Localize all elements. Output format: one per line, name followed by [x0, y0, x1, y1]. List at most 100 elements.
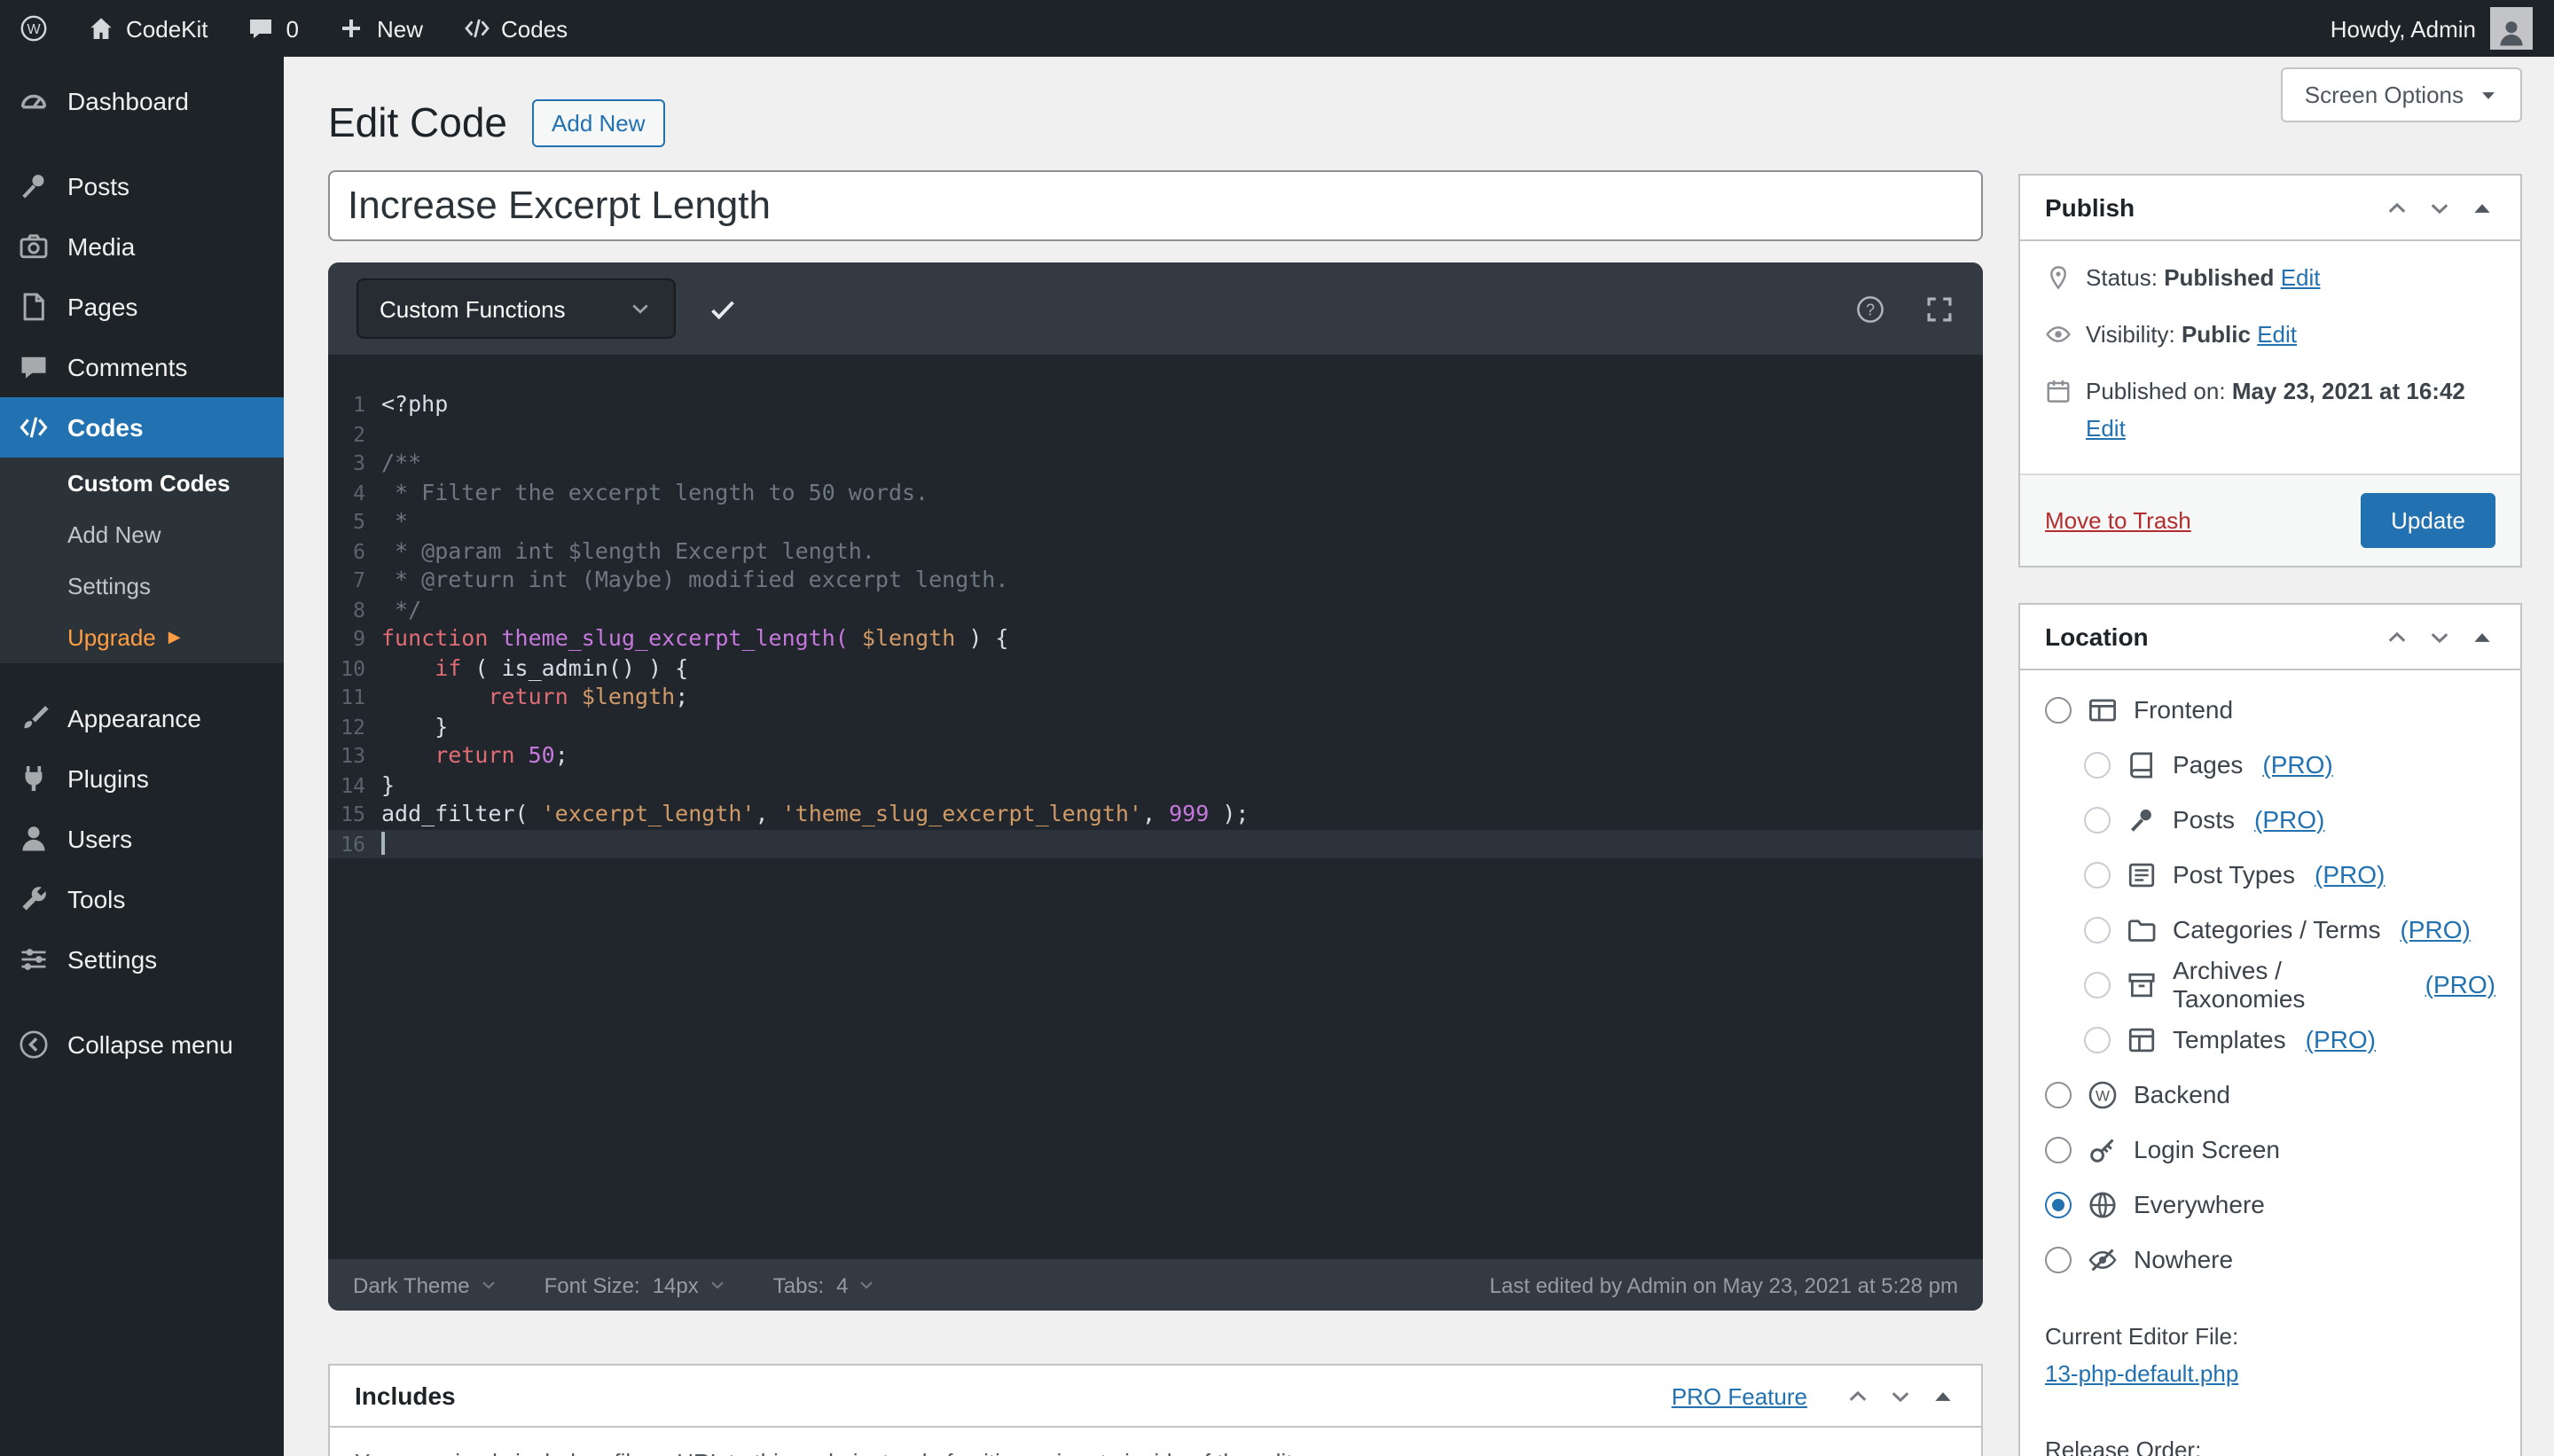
code-line-13[interactable]: 13 return 50; — [328, 741, 1983, 771]
move-up-icon[interactable] — [2384, 194, 2410, 221]
radio-button[interactable] — [2084, 916, 2111, 943]
sidebar-item-settings[interactable]: Settings — [0, 929, 284, 990]
location-option-templates[interactable]: Templates (PRO) — [2045, 1022, 2495, 1057]
code-line-1[interactable]: 1 <?php — [328, 390, 1983, 419]
location-option-frontend[interactable]: Frontend — [2045, 692, 2495, 727]
sidebar-item-comments[interactable]: Comments — [0, 337, 284, 397]
current-editor-file-link[interactable]: 13-php-default.php — [2045, 1360, 2238, 1387]
font-size-select[interactable]: Font Size: 14px — [544, 1272, 727, 1297]
radio-button[interactable] — [2084, 806, 2111, 833]
code-line-8[interactable]: 8 */ — [328, 595, 1983, 624]
snippet-type-select[interactable]: Custom Functions — [356, 278, 676, 339]
pro-link[interactable]: (PRO) — [2262, 750, 2332, 779]
code-line-15[interactable]: 15 add_filter( 'excerpt_length', 'theme_s… — [328, 800, 1983, 829]
code-line-3[interactable]: 3 /** — [328, 449, 1983, 478]
sidebar-item-dashboard[interactable]: Dashboard — [0, 71, 284, 131]
code-text: * Filter the excerpt length to 50 words. — [381, 478, 929, 505]
radio-button[interactable] — [2045, 1081, 2072, 1108]
location-option-archives-taxonomies[interactable]: Archives / Taxonomies (PRO) — [2045, 956, 2495, 1013]
pro-link[interactable]: (PRO) — [2306, 1025, 2376, 1053]
location-option-categories-terms[interactable]: Categories / Terms (PRO) — [2045, 912, 2495, 947]
sidebar-item-upgrade[interactable]: Upgrade ▶ — [0, 612, 284, 663]
sidebar-item-custom-codes[interactable]: Custom Codes — [0, 458, 284, 509]
sidebar-item-posts[interactable]: Posts — [0, 156, 284, 216]
collapse-toggle-icon[interactable] — [2469, 623, 2495, 650]
add-new-button[interactable]: Add New — [532, 98, 665, 146]
radio-button[interactable] — [2084, 1026, 2111, 1053]
tabs-select[interactable]: Tabs: 4 — [773, 1272, 877, 1297]
code-line-9[interactable]: 9 function theme_slug_excerpt_length( $le… — [328, 624, 1983, 654]
pro-link[interactable]: (PRO) — [2425, 970, 2495, 998]
code-line-11[interactable]: 11 return $length; — [328, 683, 1983, 712]
sidebar-item-media[interactable]: Media — [0, 216, 284, 277]
collapse-toggle-icon[interactable] — [1930, 1382, 1956, 1409]
radio-button[interactable] — [2084, 751, 2111, 778]
edit-visibility-link[interactable]: Edit — [2257, 321, 2297, 348]
comments-shortcut[interactable]: 0 — [228, 0, 318, 57]
sidebar-item-appearance[interactable]: Appearance — [0, 688, 284, 748]
sidebar-item-add-new[interactable]: Add New — [0, 509, 284, 560]
code-line-6[interactable]: 6 * @param int $length Excerpt length. — [328, 536, 1983, 566]
help-icon[interactable]: ? — [1855, 294, 1885, 324]
move-to-trash-link[interactable]: Move to Trash — [2045, 507, 2191, 534]
code-line-5[interactable]: 5 * — [328, 507, 1983, 536]
radio-button[interactable] — [2045, 1246, 2072, 1272]
location-option-everywhere[interactable]: Everywhere — [2045, 1186, 2495, 1222]
pro-link[interactable]: (PRO) — [2400, 915, 2470, 943]
move-up-icon[interactable] — [2384, 623, 2410, 650]
code-line-4[interactable]: 4 * Filter the excerpt length to 50 word… — [328, 478, 1983, 507]
location-option-backend[interactable]: W Backend — [2045, 1076, 2495, 1112]
pro-link[interactable]: (PRO) — [2254, 805, 2324, 834]
location-option-pages[interactable]: Pages (PRO) — [2045, 747, 2495, 782]
line-number: 13 — [341, 743, 365, 768]
new-content-menu[interactable]: New — [318, 0, 443, 57]
site-name-menu[interactable]: CodeKit — [67, 0, 228, 57]
move-down-icon[interactable] — [1887, 1382, 1914, 1409]
location-option-post-types[interactable]: Post Types (PRO) — [2045, 857, 2495, 892]
location-option-label: Post Types — [2173, 860, 2296, 888]
pro-link[interactable]: (PRO) — [2315, 860, 2385, 888]
radio-button[interactable] — [2045, 1191, 2072, 1217]
sidebar-item-pages[interactable]: Pages — [0, 277, 284, 337]
howdy-menu[interactable]: Howdy, Admin — [2331, 15, 2476, 42]
code-line-7[interactable]: 7 * @return int (Maybe) modified excerpt… — [328, 566, 1983, 595]
edit-published-link[interactable]: Edit — [2086, 413, 2465, 445]
sidebar-item-settings[interactable]: Settings — [0, 560, 284, 612]
location-option-posts[interactable]: Posts (PRO) — [2045, 802, 2495, 837]
sidebar-item-users[interactable]: Users — [0, 809, 284, 869]
codes-shortcut[interactable]: Codes — [443, 0, 587, 57]
move-up-icon[interactable] — [1845, 1382, 1871, 1409]
wp-logo-menu[interactable]: W — [0, 0, 67, 57]
code-area[interactable]: 1 <?php 2 3 /** 4 * Filter the excerpt length… — [328, 355, 1983, 1259]
avatar[interactable] — [2490, 7, 2533, 50]
code-line-2[interactable]: 2 — [328, 419, 1983, 449]
sidebar-item-codes[interactable]: Codes — [0, 397, 284, 458]
fullscreen-icon[interactable] — [1924, 294, 1955, 324]
snippet-title-input[interactable] — [328, 170, 1983, 241]
edit-status-link[interactable]: Edit — [2281, 264, 2321, 291]
code-line-12[interactable]: 12 } — [328, 712, 1983, 741]
move-down-icon[interactable] — [2426, 194, 2453, 221]
location-option-login-screen[interactable]: Login Screen — [2045, 1131, 2495, 1167]
theme-select[interactable]: Dark Theme — [353, 1272, 498, 1297]
sidebar-item-tools[interactable]: Tools — [0, 869, 284, 929]
code-line-14[interactable]: 14} — [328, 771, 1983, 800]
code-line-10[interactable]: 10 if ( is_admin() ) { — [328, 654, 1983, 683]
pro-feature-link[interactable]: PRO Feature — [1672, 1382, 1807, 1409]
code-line-16[interactable]: 16 — [328, 829, 1983, 858]
radio-button[interactable] — [2084, 861, 2111, 888]
collapse-toggle-icon[interactable] — [2469, 194, 2495, 221]
location-option-nowhere[interactable]: Nowhere — [2045, 1241, 2495, 1277]
radio-button[interactable] — [2084, 971, 2111, 998]
radio-button[interactable] — [2045, 1136, 2072, 1162]
sidebar-item-collapse-menu[interactable]: Collapse menu — [0, 1014, 284, 1075]
location-option-label: Login Screen — [2134, 1135, 2281, 1163]
appearance-icon — [18, 702, 50, 734]
move-down-icon[interactable] — [2426, 623, 2453, 650]
sidebar-item-plugins[interactable]: Plugins — [0, 748, 284, 809]
screen-options-button[interactable]: Screen Options — [2281, 67, 2522, 122]
update-button[interactable]: Update — [2361, 493, 2495, 548]
radio-button[interactable] — [2045, 696, 2072, 723]
upgrade-arrow-icon: ▶ — [168, 628, 181, 646]
chevron-down-icon — [858, 1275, 877, 1295]
